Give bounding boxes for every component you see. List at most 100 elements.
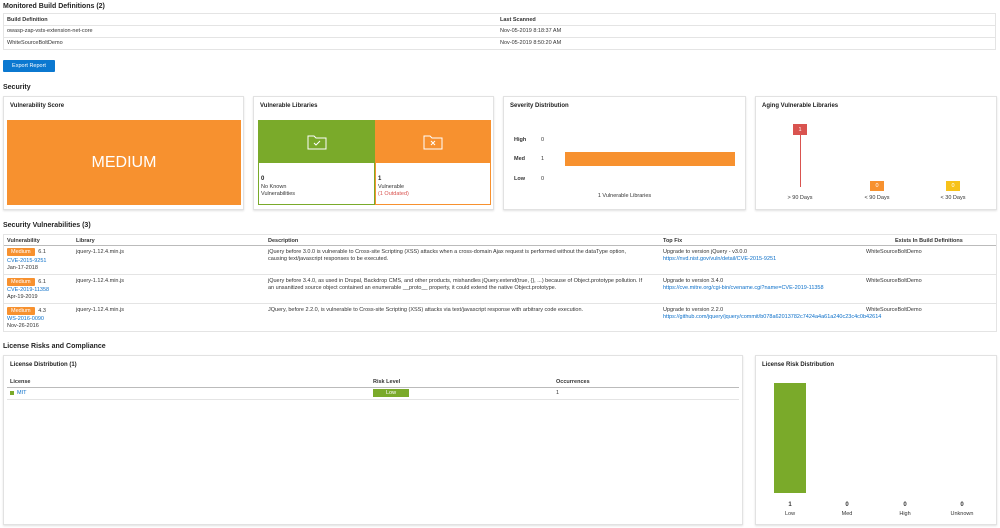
vuln-description-line2: causing text/javascript responses to be … [268,256,389,262]
vulnerability-score-title: Vulnerability Score [10,103,65,109]
vuln-date: Nov-26-2016 [7,323,39,329]
risk-high-label: High [899,511,911,517]
vulnerable-count: 1 [378,176,382,182]
severity-med-value: 1 [541,156,545,162]
license-color-square [10,391,14,395]
vulnerability-score-box: MEDIUM [7,120,241,205]
vuln-description-line2: an unsanitized source object contained a… [268,285,557,291]
vulns-title: Security Vulnerabilities (3) [3,222,91,229]
license-link[interactable]: MIT [17,390,26,396]
col-exists-in-build: Exists In Build Definitions [895,238,963,244]
risk-unknown-value: 0 [960,502,964,508]
vulnerable-tile[interactable] [375,120,491,163]
vulnerable-label: Vulnerable [378,184,405,190]
vulns-table: Vulnerability Library Description Top Fi… [3,234,997,332]
vuln-id-link[interactable]: WS-2016-0090 [7,316,44,322]
risk-med-value: 0 [845,502,849,508]
aging-gt90-box: 1 [793,124,807,135]
vulnerable-libraries-title: Vulnerable Libraries [260,103,318,109]
vulnerable-info: 1 Vulnerable (1 Outdated) [375,163,491,205]
risk-bar-low [774,383,806,493]
severity-high-label: High [514,137,527,143]
vuln-library: jquery-1.12.4.min.js [76,249,124,255]
vuln-date: Jan-17-2018 [7,265,38,271]
aging-libraries-card: Aging Vulnerable Libraries 1 > 90 Days 0… [755,96,997,210]
monitored-title: Monitored Build Definitions (2) [3,3,105,10]
aging-gt90-label: > 90 Days [787,195,813,201]
vuln-date: Apr-19-2019 [7,294,38,300]
cvss-score: 4.3 [38,308,46,314]
severity-med-bar [565,152,735,166]
vuln-description: JQuery, before 2.2.0, is vulnerable to C… [268,307,584,313]
col-last-scanned: Last Scanned [500,17,536,23]
severity-distribution-card: Severity Distribution High 0 Med 1 Low 0… [503,96,746,210]
build-row-scanned: Nov-05-2019 8:50:20 AM [500,40,562,46]
list-item: MIT [10,390,26,396]
table-row: Medium 6.1 [7,248,46,256]
severity-low-label: Low [514,176,525,182]
severity-badge: Medium [7,278,35,286]
monitored-table: Build Definition Last Scanned owasp-zap-… [3,13,996,50]
license-distribution-card: License Distribution (1) License Risk Le… [3,355,743,525]
security-title: Security [3,84,31,91]
risk-low-label: Low [784,511,796,517]
vuln-fix-link[interactable]: https://github.com/jquery/jquery/commit/… [663,314,881,320]
vuln-library: jquery-1.12.4.min.js [76,307,124,313]
build-row-scanned: Nov-05-2019 8:18:37 AM [500,28,562,34]
vulnerability-score-value: MEDIUM [91,153,157,171]
vuln-fix-link[interactable]: https://nvd.nist.gov/vuln/detail/CVE-201… [663,256,776,262]
no-known-vuln-info: 0 No Known Vulnerabilities [258,163,375,205]
vuln-id-link[interactable]: CVE-2019-11358 [7,287,49,293]
risk-high-value: 0 [903,502,907,508]
severity-footer: 1 Vulnerable Libraries [597,193,652,199]
cvss-score: 6.1 [38,249,46,255]
vuln-fix: Upgrade to version jQuery - v3.0.0 [663,249,748,255]
col-top-fix: Top Fix [663,238,683,244]
aging-lt90-label: < 90 Days [864,195,890,201]
vuln-build: WhiteSourceBoltDemo [866,249,922,255]
build-row-name: WhiteSourceBoltDemo [7,40,63,46]
vuln-description: jQuery before 3.4.0, as used in Drupal, … [268,278,643,284]
vuln-description: jQuery before 3.0.0 is vulnerable to Cro… [268,249,626,255]
build-row-name: owasp-zap-vsts-extension-net-core [7,28,93,34]
aging-lt30-box: 0 [946,181,960,191]
license-risk-title: License Risk Distribution [762,362,835,368]
no-known-label: No Known [261,184,287,190]
folder-check-icon [307,135,326,149]
severity-distribution-title: Severity Distribution [510,103,569,109]
col-license: License [10,379,31,385]
vuln-build: WhiteSourceBoltDemo [866,307,922,313]
vuln-id-link[interactable]: CVE-2015-9251 [7,258,46,264]
no-known-vuln-tile[interactable] [258,120,375,163]
risk-med-label: Med [841,511,853,517]
table-row: Medium 4.3 [7,307,46,315]
vuln-fix: Upgrade to version 3.4.0 [663,278,724,284]
export-report-button[interactable]: Export Report [3,60,55,72]
license-occurrences: 1 [556,390,560,396]
folder-x-icon [423,135,443,149]
severity-badge: Medium [7,248,35,256]
risk-low-value: 1 [788,502,792,508]
aging-gt90-stem [799,135,801,187]
outdated-label: (1 Outdated) [378,191,409,197]
col-occurrences: Occurrences [556,379,590,385]
risk-unknown-label: Unknown [950,511,974,517]
license-risk-card: License Risk Distribution 1 Low 0 Med 0 … [755,355,997,525]
col-build-definition: Build Definition [7,17,48,23]
vulnerable-libraries-card: Vulnerable Libraries 0 No Known Vulnerab… [253,96,494,210]
vulnerabilities-label: Vulnerabilities [261,191,296,197]
vuln-fix-link[interactable]: https://cve.mitre.org/cgi-bin/cvename.cg… [663,285,824,291]
vuln-library: jquery-1.12.4.min.js [76,278,124,284]
aging-lt30-label: < 30 Days [940,195,966,201]
severity-badge: Medium [7,307,35,315]
aging-libraries-title: Aging Vulnerable Libraries [762,103,839,109]
vuln-fix: Upgrade to version 2.2.0 [663,307,724,313]
aging-lt90-box: 0 [870,181,884,191]
severity-med-label: Med [514,156,525,162]
col-risk-level: Risk Level [373,379,401,385]
no-known-count: 0 [261,176,265,182]
license-title: License Risks and Compliance [3,343,106,350]
vulnerability-score-card: Vulnerability Score MEDIUM [3,96,244,210]
cvss-score: 6.1 [38,279,46,285]
table-row: Medium 6.1 [7,278,46,286]
